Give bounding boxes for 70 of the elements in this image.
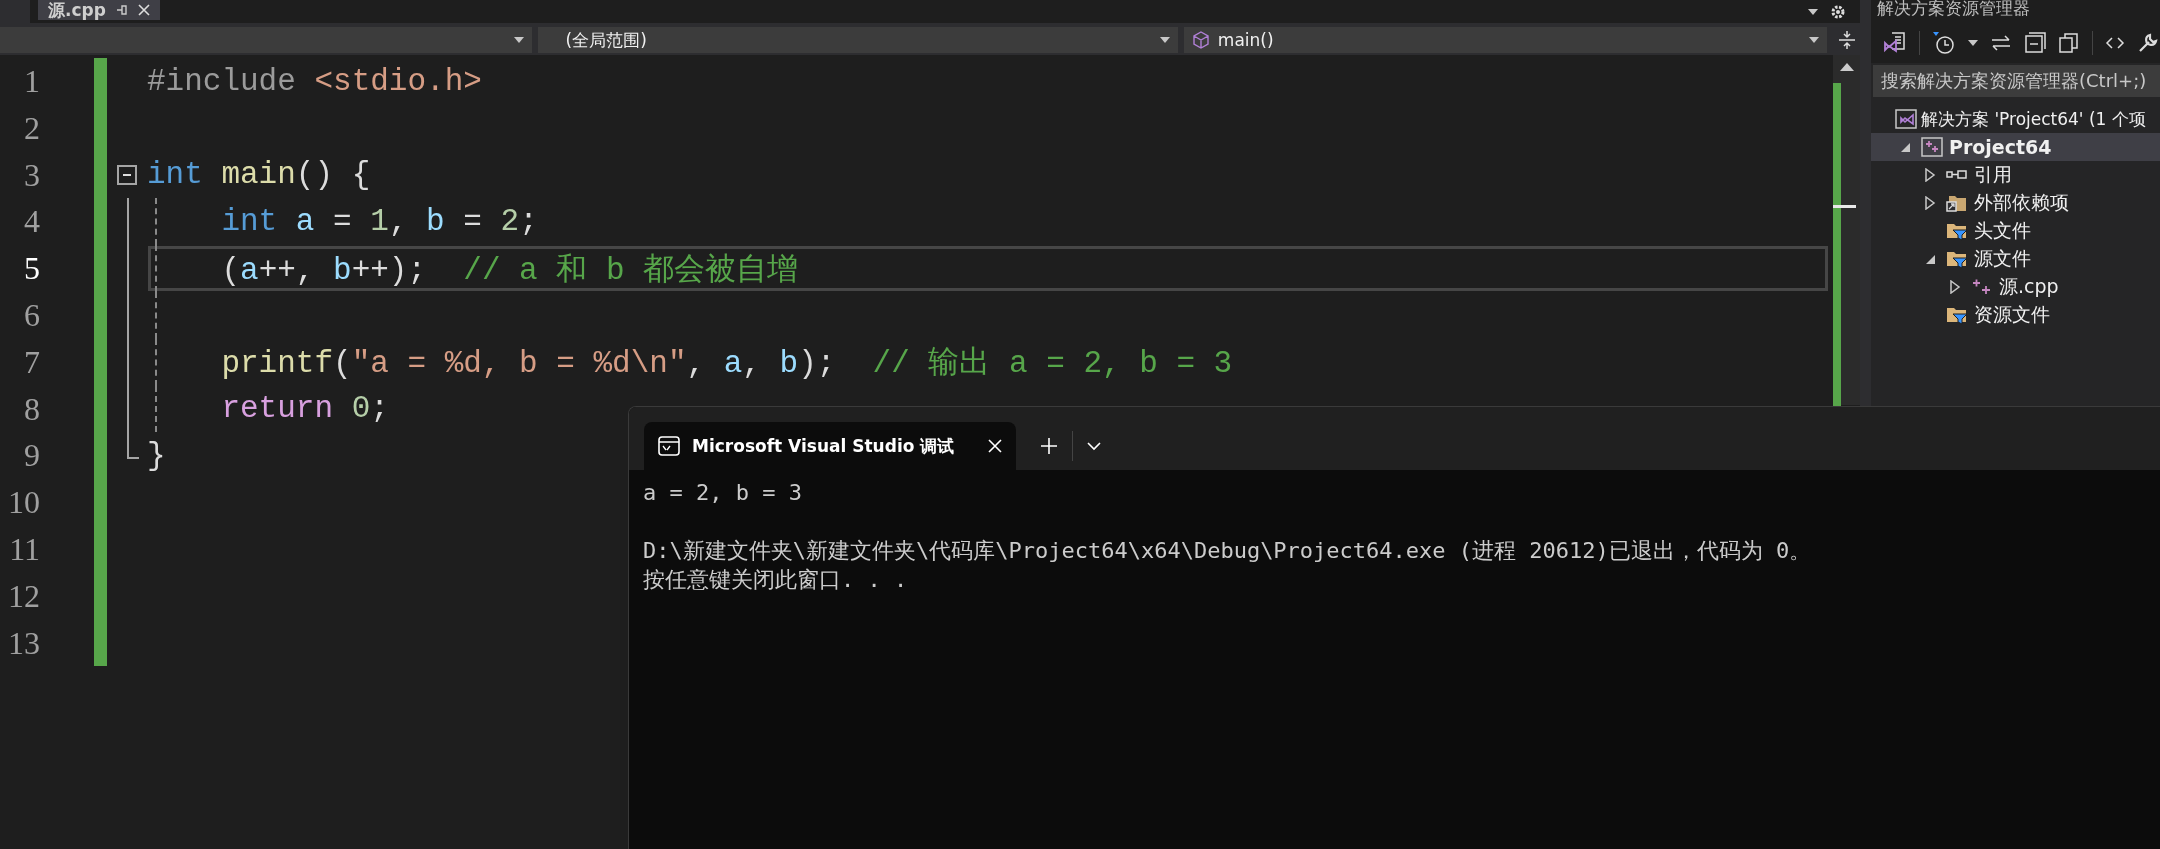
filter-folder-icon <box>1946 221 1968 241</box>
line-number: 8 <box>23 389 40 429</box>
terminal-tab[interactable]: Microsoft Visual Studio 调试 <box>644 422 1016 470</box>
line-number: 2 <box>23 108 40 148</box>
caret-icon <box>1809 37 1820 43</box>
home-icon[interactable] <box>1883 31 1907 55</box>
line-number: 9 <box>23 436 40 476</box>
code-icon[interactable] <box>2105 35 2125 51</box>
collapse-icon[interactable] <box>117 165 137 185</box>
folder-shortcut-icon <box>1946 193 1968 213</box>
collapsed-arrow-icon[interactable] <box>1949 280 1961 294</box>
add-icon[interactable] <box>1040 437 1058 455</box>
collapsed-arrow-icon[interactable] <box>1924 168 1936 182</box>
dropdown-icon[interactable] <box>1808 8 1818 15</box>
cpp-project-icon <box>1921 137 1943 157</box>
cpp-file-icon <box>1971 277 1993 297</box>
collapse-all-icon[interactable] <box>2024 32 2046 54</box>
line-number: 5 <box>23 249 40 289</box>
tree-item[interactable]: 解决方案 'Project64' (1 个项 <box>1871 105 2160 133</box>
scroll-up-icon[interactable] <box>1839 61 1854 71</box>
console-output-line: 按任意键关闭此窗口. . . <box>643 566 909 594</box>
close-icon[interactable] <box>137 4 150 16</box>
caret-icon <box>513 37 524 43</box>
chevron-down-icon[interactable] <box>1087 441 1101 451</box>
settings-icon[interactable] <box>1830 3 1846 20</box>
line-number: 3 <box>23 155 40 195</box>
code-line: int main() { <box>147 157 371 193</box>
code-line: printf("a = %d, b = %d\n", a, b); // 输出 a = 2, b = 3 <box>220 345 1233 384</box>
tree-item[interactable]: 引用 <box>1871 161 2160 189</box>
line-number: 6 <box>23 296 40 335</box>
tree-item[interactable]: 源.cpp <box>1871 273 2160 301</box>
pin-icon[interactable] <box>115 4 128 16</box>
copy-icon[interactable] <box>2058 32 2080 54</box>
member-dropdown[interactable]: main() <box>1183 27 1828 53</box>
search-field[interactable]: 搜索解决方案资源管理器(Ctrl+;) <box>1873 65 2160 97</box>
collapsed-arrow-icon[interactable] <box>1924 196 1936 210</box>
code-line: return 0; <box>220 391 389 427</box>
sync-icon[interactable] <box>1990 33 2012 53</box>
panel-title: 解决方案资源管理器 <box>1871 0 2160 23</box>
console-output-line: D:\新建文件夹\新建文件夹\代码库\Project64\x64\Debug\Project64.exe (进程 20612)已退出，代码为 0。 <box>643 537 1813 565</box>
tree-item[interactable]: 外部依赖项 <box>1871 189 2160 217</box>
line-number: 10 <box>7 483 40 523</box>
line-number: 13 <box>7 623 40 663</box>
console-output-line: a = 2, b = 3 <box>643 479 803 507</box>
scrollbar[interactable] <box>1833 55 1860 405</box>
code-line: #include <stdio.h> <box>147 63 482 99</box>
wrench-icon[interactable] <box>2137 32 2159 54</box>
history-icon[interactable] <box>1932 31 1956 55</box>
filter-folder-icon <box>1946 249 1968 269</box>
split-icon[interactable] <box>1837 30 1856 50</box>
solution-icon <box>1895 109 1917 129</box>
code-line: } <box>147 438 166 474</box>
terminal-icon <box>658 436 680 456</box>
line-number: 7 <box>23 342 40 382</box>
tree-item[interactable]: 资源文件 <box>1871 301 2160 329</box>
caret-icon <box>1159 37 1170 43</box>
tree-item[interactable]: Project64 <box>1871 133 2160 161</box>
code-line: (a++, b++); // a 和 b 都会被自增 <box>220 251 799 290</box>
document-tab[interactable]: 源.cpp <box>38 0 160 20</box>
code-line: int a = 1, b = 2; <box>220 204 538 240</box>
filter-folder-icon <box>1946 305 1968 325</box>
line-number: 12 <box>7 576 40 616</box>
tree-item[interactable]: 头文件 <box>1871 217 2160 245</box>
line-number: 4 <box>23 202 40 242</box>
scope-dropdown[interactable]: (全局范围) <box>537 27 1178 53</box>
line-number: 1 <box>23 62 40 101</box>
dropdown-icon[interactable] <box>1968 40 1978 46</box>
tree-item[interactable]: 源文件 <box>1871 245 2160 273</box>
line-number: 11 <box>8 529 40 569</box>
cube-icon <box>1191 31 1210 49</box>
